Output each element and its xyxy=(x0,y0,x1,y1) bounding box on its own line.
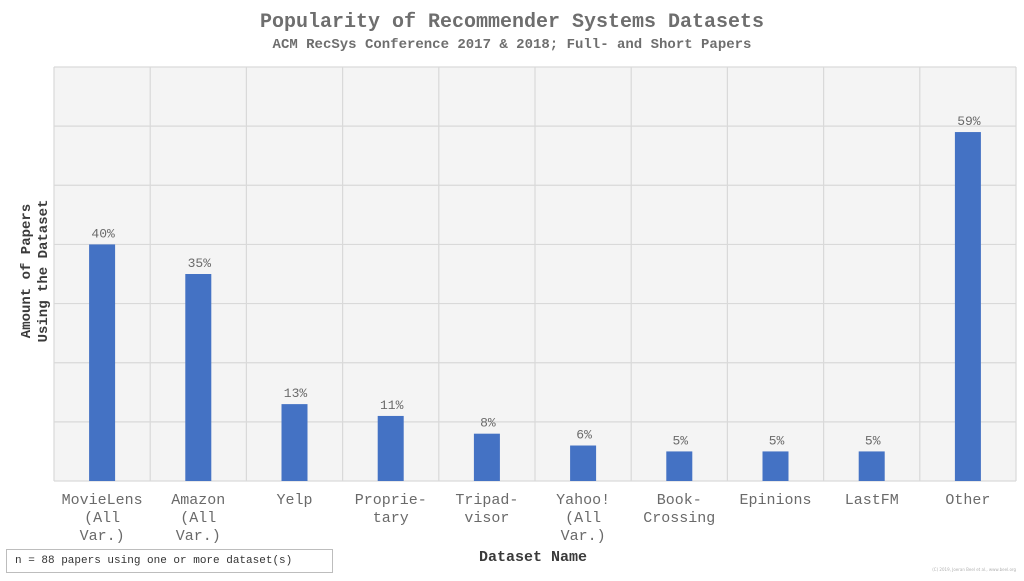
x-tick-label: MovieLens (All Var.) xyxy=(62,492,143,545)
data-label: 35% xyxy=(188,256,212,271)
bar xyxy=(89,244,116,481)
x-tick-label: Yahoo! (All Var.) xyxy=(556,492,610,545)
bar xyxy=(762,451,789,481)
data-label: 5% xyxy=(672,433,688,448)
bar xyxy=(570,445,597,481)
x-axis-title: Dataset Name xyxy=(479,549,587,566)
bar xyxy=(185,274,212,481)
data-label: 5% xyxy=(865,433,881,448)
bar xyxy=(281,404,308,481)
bar xyxy=(858,451,885,481)
bar xyxy=(473,433,500,481)
data-label: 11% xyxy=(380,398,404,413)
chart-subtitle: ACM RecSys Conference 2017 & 2018; Full-… xyxy=(273,37,752,53)
x-tick-label: Yelp xyxy=(276,492,312,509)
data-label: 59% xyxy=(957,114,981,129)
data-label: 8% xyxy=(480,416,496,431)
y-axis-title: Amount of Papers Using the Dataset xyxy=(19,200,52,343)
x-tick-label: LastFM xyxy=(845,492,899,509)
y-axis-title-line-2: Using the Dataset xyxy=(36,200,52,343)
bar-chart: 40% 35% 13% 11% 8% 6% 5% 5% 5% 59% MovieLens (All V… xyxy=(19,11,1017,566)
x-tick-label: Other xyxy=(945,492,990,509)
x-tick-label: Tripad-visor xyxy=(455,492,518,527)
chart-title: Popularity of Recommender Systems Datase… xyxy=(260,11,764,34)
x-tick-label: Book-Crossing xyxy=(643,492,715,527)
bar xyxy=(666,451,693,481)
bar xyxy=(377,415,404,481)
x-tick-label: Epinions xyxy=(739,492,811,509)
copyright-credit: (C) 2019, Joeran Beel et al., www.beel.o… xyxy=(932,567,1016,572)
y-axis-title-line-1: Amount of Papers xyxy=(19,204,35,338)
bar xyxy=(954,132,981,482)
x-tick-label: Proprie-tary xyxy=(355,492,427,527)
data-label: 40% xyxy=(91,226,115,241)
data-label: 5% xyxy=(769,433,785,448)
data-label: 13% xyxy=(284,386,308,401)
data-label: 6% xyxy=(576,428,592,443)
x-tick-labels: MovieLens (All Var.) Amazon (All Var.) Yelp Pro… xyxy=(62,492,991,545)
sample-size-note: n = 88 papers using one or more dataset(… xyxy=(6,549,333,573)
x-tick-label: Amazon (All Var.) xyxy=(171,492,225,545)
